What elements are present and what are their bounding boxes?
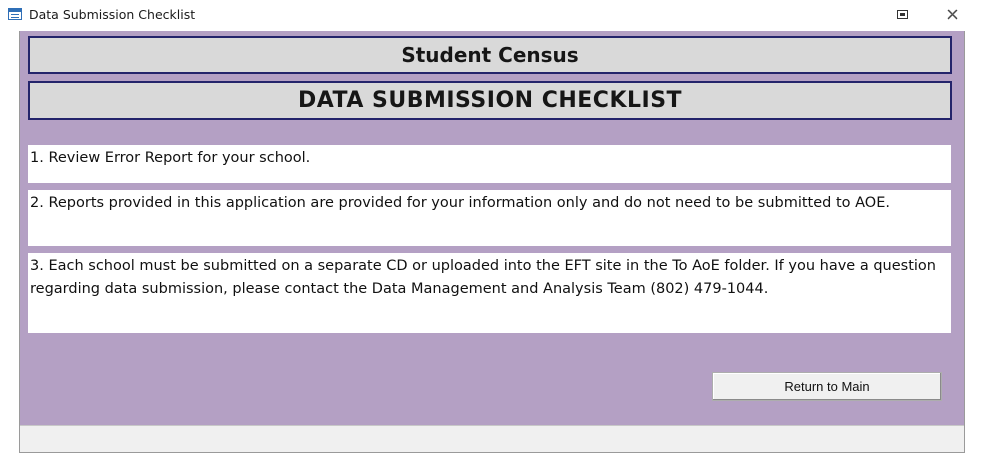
status-bar <box>20 425 964 453</box>
form-heading: Student Census <box>28 36 952 74</box>
title-bar: Data Submission Checklist <box>0 0 991 31</box>
window-frame-bottom <box>19 452 965 453</box>
window-title: Data Submission Checklist <box>29 7 196 22</box>
close-icon[interactable] <box>945 7 960 22</box>
form-icon <box>8 8 22 20</box>
restore-icon[interactable] <box>895 7 910 22</box>
form-subheading: DATA SUBMISSION CHECKLIST <box>28 81 952 120</box>
window-frame-right <box>964 31 965 453</box>
form-body: Student Census DATA SUBMISSION CHECKLIST… <box>20 31 964 425</box>
return-to-main-button[interactable]: Return to Main <box>712 372 942 401</box>
checklist-item-2: 2. Reports provided in this application … <box>28 190 951 246</box>
checklist-item-1: 1. Review Error Report for your school. <box>28 145 951 183</box>
checklist-item-3: 3. Each school must be submitted on a se… <box>28 253 951 333</box>
